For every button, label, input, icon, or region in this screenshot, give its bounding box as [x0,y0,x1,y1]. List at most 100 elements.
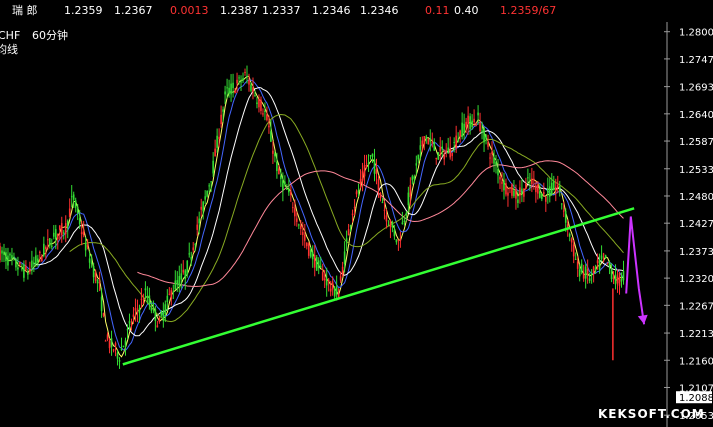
candle-body [106,334,109,340]
quote-v1: 1.2387 [220,4,259,17]
candle-body [164,304,167,314]
candle-body [481,130,483,132]
candle-body [150,307,153,311]
candle-body [339,276,342,281]
candle-body [582,273,585,279]
quote-bar: 瑞 郎 1.2359 1.2367 0.0013 1.2387 1.2337 1… [12,3,556,17]
candle-body [509,187,511,189]
candle-body [417,154,420,160]
candle-body [220,114,222,125]
candle-body [612,277,615,279]
candle-body [554,187,557,192]
candle-body [327,279,330,282]
candle-body [250,84,252,91]
candle-body [1,250,3,254]
candle-body [574,258,577,260]
candle-body [212,160,214,174]
candle-body [242,78,244,81]
quote-v2: 1.2337 [262,4,301,17]
candle-body [505,183,507,195]
candle-body [527,177,529,179]
candle-body [252,87,254,93]
candle-body [82,231,85,236]
candle-body [50,245,53,247]
candle-body [280,175,282,180]
candle-body [403,220,406,222]
candle-body [513,190,515,197]
candle-body [455,135,457,148]
candle-body [493,157,495,164]
candle-body [232,82,234,89]
candle-body [307,243,310,256]
candle-body [230,83,232,95]
candle-body [112,349,115,351]
candle-body [495,162,497,166]
candle-body [144,288,147,291]
y-tick-label: 1.2533 [679,165,713,176]
candle-body [128,321,131,324]
candle-body [288,189,290,193]
candle-body [254,95,256,97]
candle-body [423,136,426,145]
candle-body [393,229,396,237]
y-tick-label: 1.2587 [679,137,713,148]
candle-body [3,251,5,255]
candle-body [576,261,579,269]
candle-body [602,253,605,255]
candle-body [311,252,314,260]
candle-body [76,207,79,214]
candle-body [363,165,366,177]
candle-body [29,268,31,272]
candle-body [52,232,55,237]
candle-body [140,298,143,300]
candle-body [515,189,517,199]
quote-change: 0.0013 [170,4,209,17]
candle-body [529,180,531,182]
candle-body [592,266,595,273]
candle-body [562,210,565,212]
candle-body [547,188,549,193]
candle-body [445,150,448,152]
candle-body [138,308,141,313]
candle-body [596,260,599,264]
candle-body [17,267,19,270]
candle-body [413,176,416,179]
candle-body [421,140,424,147]
quote-open: 1.2359 [64,4,103,17]
quote-v7: 1.2359/67 [500,4,556,17]
candle-body [525,183,527,190]
candle-body [570,238,573,243]
candle-body [152,304,155,306]
candle-body [268,125,270,128]
candle-body [244,71,246,73]
candle-body [126,329,129,331]
candle-body [465,121,467,128]
candle-body [453,141,455,143]
candle-body [491,151,493,154]
quote-v5: 0.11 [425,4,450,17]
candle-body [347,229,350,236]
candle-body [608,262,611,268]
candle-body [343,251,346,264]
candle-body [70,196,73,198]
candle-body [102,313,105,316]
candle-body [543,192,545,195]
candle-body [118,360,121,362]
candle-body [353,207,356,209]
candle-body [94,272,97,281]
candle-body [622,270,625,281]
candle-body [33,262,35,265]
y-tick-label: 1.2480 [679,192,713,203]
candle-body [329,288,332,292]
candle-body [180,273,183,280]
quote-v6: 0.40 [454,4,479,17]
candle-body [236,79,238,84]
candle-body [545,196,547,202]
candle-body [206,190,208,197]
candle-body [292,207,294,209]
candle-body [375,169,378,174]
candle-body [246,76,248,78]
candle-body [369,155,372,157]
candle-body [497,168,499,176]
candle-body [92,266,95,278]
